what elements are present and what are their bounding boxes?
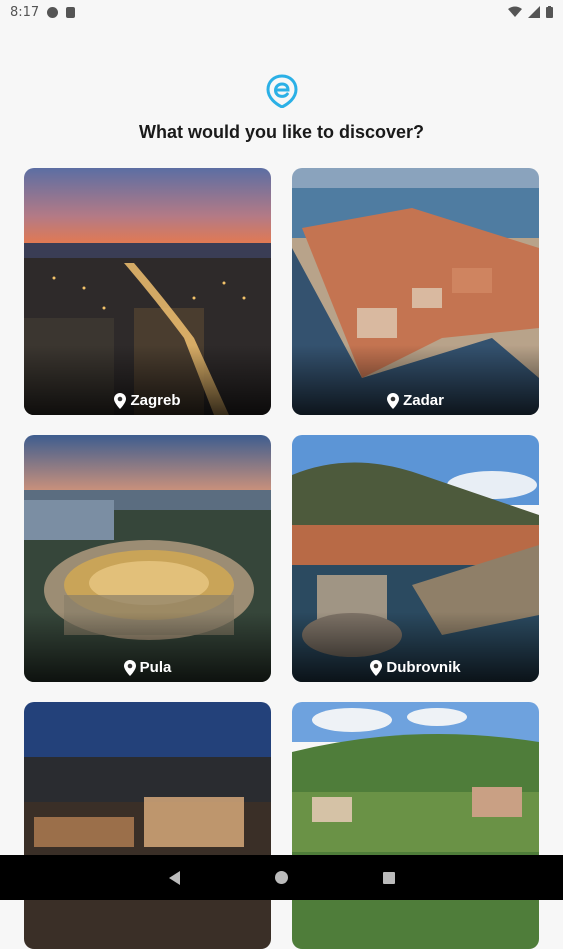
location-pin-icon	[123, 659, 136, 676]
card-label: Dubrovnik	[292, 659, 539, 676]
destination-card-zadar[interactable]: Zadar	[292, 168, 539, 415]
destination-card-6[interactable]	[292, 702, 539, 949]
status-right	[508, 6, 553, 18]
destination-card-dubrovnik[interactable]: Dubrovnik	[292, 435, 539, 682]
back-icon[interactable]	[168, 870, 180, 885]
wifi-icon	[508, 6, 522, 17]
app-logo-icon	[266, 74, 298, 108]
status-left: 8:17	[10, 4, 76, 20]
destination-card-pula[interactable]: Pula	[24, 435, 271, 682]
page-title: What would you like to discover?	[138, 122, 425, 142]
city-photo	[24, 702, 271, 949]
location-pin-icon	[114, 392, 127, 409]
destination-name: Dubrovnik	[386, 659, 461, 676]
status-time: 8:17	[10, 4, 40, 20]
home-icon[interactable]	[274, 871, 288, 884]
recents-icon[interactable]	[382, 871, 395, 884]
city-photo	[292, 702, 539, 949]
notification-icon	[47, 6, 59, 18]
battery-icon	[546, 6, 553, 18]
card-label: Zagreb	[24, 392, 271, 409]
destination-name: Zagreb	[130, 392, 181, 409]
navigation-bar	[0, 855, 563, 900]
destination-card-5[interactable]	[24, 702, 271, 949]
card-label: Zadar	[292, 392, 539, 409]
destination-name: Zadar	[403, 392, 444, 409]
location-pin-icon	[387, 392, 400, 409]
destination-name: Pula	[139, 659, 172, 676]
signal-icon	[528, 6, 540, 18]
card-label: Pula	[24, 659, 271, 676]
status-bar: 8:17	[0, 0, 563, 24]
sim-icon	[66, 6, 76, 18]
location-pin-icon	[370, 659, 383, 676]
destination-grid: Zagreb Zadar Pula Dubrovnik	[24, 168, 539, 949]
destination-card-zagreb[interactable]: Zagreb	[24, 168, 271, 415]
